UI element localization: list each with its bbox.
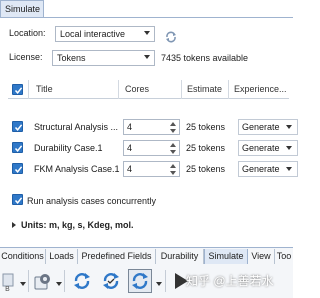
location-label: Location: — [9, 28, 46, 38]
check-icon — [14, 197, 23, 204]
cores-value: 4 — [127, 122, 133, 132]
spin-down-icon[interactable] — [170, 129, 176, 133]
cores-value: 4 — [127, 164, 133, 174]
chevron-down-icon — [286, 146, 292, 150]
table-row[interactable]: Durability Case.1 4 25 tokens Generate — [8, 138, 298, 158]
spin-up-icon[interactable] — [170, 122, 176, 126]
license-label: License: — [9, 52, 43, 62]
estimate-value: 25 tokens — [186, 122, 226, 132]
estimate-value: 25 tokens — [186, 164, 226, 174]
check-icon — [14, 87, 23, 94]
experience-select[interactable]: Generate — [238, 140, 298, 156]
spin-up-icon[interactable] — [170, 143, 176, 147]
estimate-value: 25 tokens — [186, 143, 226, 153]
check-icon — [14, 166, 23, 173]
sync-check-icon[interactable] — [101, 271, 121, 291]
tab-simulate[interactable]: Simulate — [204, 249, 248, 264]
chevron-down-icon — [286, 125, 292, 129]
spin-up-icon[interactable] — [170, 164, 176, 168]
row-checkbox[interactable] — [12, 121, 23, 132]
case-title: Structural Analysis ... — [34, 122, 119, 132]
partial-tool-icon[interactable]: B — [2, 270, 18, 292]
table-row[interactable]: FKM Analysis Case.1 4 25 tokens Generate — [8, 159, 298, 179]
tab-view[interactable]: View — [248, 249, 275, 264]
check-icon — [14, 124, 23, 131]
table-header: Title Cores Estimate Experience... — [8, 80, 289, 99]
location-select[interactable]: Local interactive — [55, 26, 155, 42]
tab-loads[interactable]: Loads — [46, 249, 78, 264]
concurrent-checkbox[interactable] — [12, 194, 23, 205]
experience-select[interactable]: Generate — [238, 161, 298, 177]
chevron-down-icon[interactable] — [156, 282, 162, 286]
column-experience[interactable]: Experience... — [234, 84, 287, 94]
tab-conditions[interactable]: Conditions — [0, 249, 46, 264]
chevron-down-icon — [144, 31, 150, 35]
table-row[interactable]: Structural Analysis ... 4 25 tokens Gene… — [8, 117, 298, 137]
select-all-checkbox[interactable] — [12, 84, 23, 95]
column-title[interactable]: Title — [36, 84, 53, 94]
license-value: Tokens — [57, 53, 86, 63]
units-label[interactable]: Units: m, kg, s, Kdeg, mol. — [21, 220, 134, 230]
experience-select[interactable]: Generate — [238, 119, 298, 135]
tab-predefined-fields[interactable]: Predefined Fields — [78, 249, 156, 264]
settings-gear-icon[interactable] — [33, 271, 53, 291]
svg-text:B: B — [5, 285, 10, 292]
cores-spinbox[interactable]: 4 — [123, 119, 180, 135]
watermark-text: 知乎 @上善若水 — [186, 274, 274, 288]
row-checkbox[interactable] — [12, 163, 23, 174]
chevron-down-icon — [144, 55, 150, 59]
spin-down-icon[interactable] — [170, 150, 176, 154]
case-title: Durability Case.1 — [34, 143, 103, 153]
experience-value: Generate — [242, 164, 280, 174]
experience-value: Generate — [242, 122, 280, 132]
chevron-down-icon — [286, 167, 292, 171]
tab-tools[interactable]: Too — [275, 249, 293, 264]
cores-spinbox[interactable]: 4 — [123, 140, 180, 156]
cores-spinbox[interactable]: 4 — [123, 161, 180, 177]
spin-down-icon[interactable] — [170, 171, 176, 175]
tab-durability[interactable]: Durability — [156, 249, 204, 264]
simulate-panel-title: Simulate — [0, 0, 44, 17]
concurrent-label: Run analysis cases concurrently — [27, 196, 157, 206]
license-select[interactable]: Tokens — [52, 50, 155, 66]
module-tab-bar: Conditions Loads Predefined Fields Durab… — [0, 247, 293, 264]
expand-triangle-icon[interactable] — [12, 222, 16, 228]
simulate-panel: Location: Local interactive License: Tok… — [0, 17, 298, 247]
sync-icon[interactable] — [72, 271, 92, 291]
experience-value: Generate — [242, 143, 280, 153]
location-value: Local interactive — [60, 29, 126, 39]
row-checkbox[interactable] — [12, 142, 23, 153]
refresh-icon[interactable] — [164, 30, 178, 44]
cores-value: 4 — [127, 143, 133, 153]
analysis-cases-table: Title Cores Estimate Experience... Struc… — [8, 80, 298, 182]
sync-icon — [132, 273, 148, 289]
sync-active-button[interactable] — [128, 269, 152, 293]
case-title: FKM Analysis Case.1 — [34, 164, 120, 174]
column-cores[interactable]: Cores — [125, 84, 149, 94]
column-estimate[interactable]: Estimate — [187, 84, 222, 94]
chevron-down-icon[interactable] — [20, 282, 26, 286]
check-icon — [14, 145, 23, 152]
chevron-down-icon[interactable] — [56, 282, 62, 286]
tokens-available-text: 7435 tokens available — [161, 53, 249, 63]
